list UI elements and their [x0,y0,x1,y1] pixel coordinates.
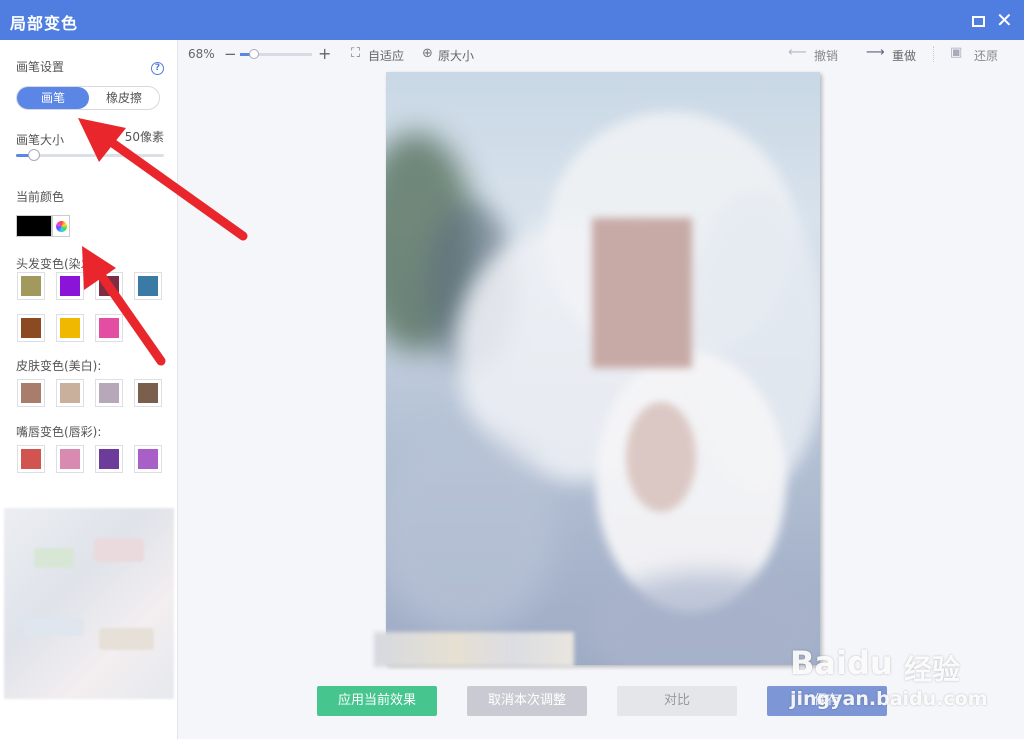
restore-icon[interactable]: ▣ [950,45,962,60]
color-picker-button[interactable] [52,215,70,237]
redo-icon[interactable]: ⟶ [866,45,885,60]
zoom-in-button[interactable]: + [318,44,331,63]
toolbar-divider [933,46,934,62]
skin-color-swatch[interactable] [17,379,45,407]
zoom-out-button[interactable]: − [224,45,237,63]
zoom-level: 68% [188,47,215,61]
skin-color-swatch[interactable] [95,379,123,407]
zoom-handle[interactable] [249,49,260,59]
hair-color-swatch[interactable] [56,314,84,342]
cancel-adjustment-button[interactable]: 取消本次调整 [467,686,587,716]
edit-canvas-photo[interactable] [386,72,820,665]
blurred-face-region [592,218,692,368]
preview-thumbnail [4,508,174,699]
skin-color-label: 皮肤变色(美白): [16,359,102,373]
current-color-label: 当前颜色 [16,190,65,204]
compare-button[interactable]: 对比 [617,686,737,716]
mode-toggle: 画笔 橡皮擦 [16,86,160,110]
watermark-brand: Baidu [790,644,893,682]
magnifier-icon[interactable]: ⊕ [422,46,433,61]
hair-color-swatch[interactable] [17,272,45,300]
hair-color-swatch[interactable] [134,272,162,300]
hair-color-swatch[interactable] [56,272,84,300]
close-icon[interactable]: ✕ [996,10,1014,30]
apply-effect-button[interactable]: 应用当前效果 [317,686,437,716]
hair-color-swatch[interactable] [17,314,45,342]
fit-screen-button[interactable]: 自适应 [368,47,404,64]
restore-button[interactable]: 还原 [974,47,998,64]
lip-color-swatch[interactable] [95,445,123,473]
hair-color-swatch[interactable] [95,272,123,300]
original-size-button[interactable]: 原大小 [438,47,474,64]
eraser-mode-button[interactable]: 橡皮擦 [89,87,159,109]
fit-screen-icon[interactable]: ⛶ [351,46,360,61]
brush-size-slider[interactable] [16,149,164,161]
title-bar: 局部变色 ✕ [0,0,1024,40]
watermark-url: jingyan.baidu.com [790,688,988,710]
brush-size-value: 50像素 [124,130,164,144]
baidu-jingyan-watermark: Baidu 经验 jingyan.baidu.com [790,626,1020,726]
local-recolor-window: 局部变色 ✕ 画笔设置 ? 画笔 橡皮擦 画笔大小 50像素 当前颜色 头发变色… [0,0,1024,739]
maximize-icon[interactable] [972,16,985,27]
help-icon[interactable]: ? [151,62,164,75]
hair-color-swatch[interactable] [95,314,123,342]
lip-color-swatch[interactable] [17,445,45,473]
zoom-slider[interactable] [240,49,312,59]
skin-color-swatch[interactable] [134,379,162,407]
color-wheel-icon [56,221,67,232]
blurred-caption-strip [374,632,574,667]
skin-color-swatch[interactable] [56,379,84,407]
hair-color-label: 头发变色(染发): [16,257,102,271]
lip-color-swatch[interactable] [134,445,162,473]
brush-size-handle[interactable] [27,149,40,161]
redo-button[interactable]: 重做 [892,47,916,64]
undo-button[interactable]: 撤销 [814,47,838,64]
undo-icon[interactable]: ⟵ [788,45,807,60]
brush-size-label: 画笔大小 [16,133,65,147]
brush-settings-label: 画笔设置 [16,60,65,74]
lip-color-label: 嘴唇变色(唇彩): [16,425,102,439]
watermark-brand-cn: 经验 [904,653,961,686]
current-color-swatch[interactable] [16,215,52,237]
window-title: 局部变色 [10,14,79,33]
lip-color-swatch[interactable] [56,445,84,473]
brush-mode-button[interactable]: 画笔 [17,87,89,109]
